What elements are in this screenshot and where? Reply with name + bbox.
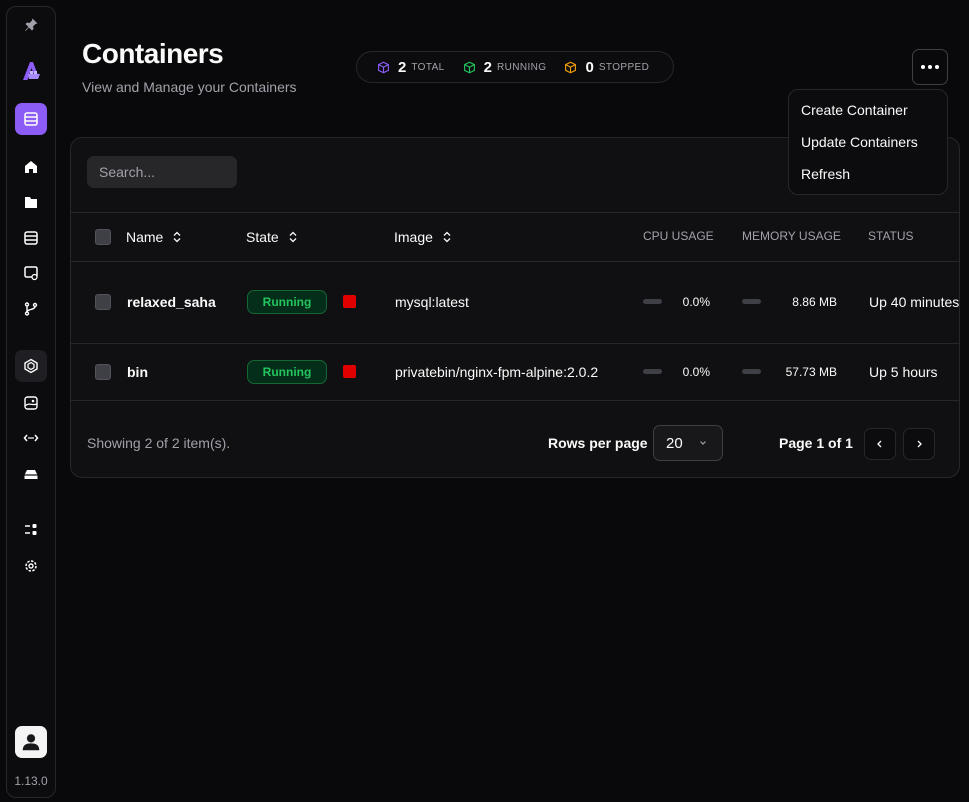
container-name[interactable]: bin xyxy=(127,364,148,380)
container-status: Up 40 minutes xyxy=(869,294,960,310)
cpu-usage-bar xyxy=(643,369,662,374)
column-header-state-label: State xyxy=(246,229,279,245)
stat-stopped-label: STOPPED xyxy=(598,61,650,73)
column-header-cpu: CPU USAGE xyxy=(643,229,714,243)
dot-icon xyxy=(928,65,932,69)
container-status: Up 5 hours xyxy=(869,364,938,380)
server-settings-icon[interactable] xyxy=(15,257,47,289)
column-header-image[interactable]: Image xyxy=(394,228,453,246)
page-indicator: Page 1 of 1 xyxy=(779,435,853,451)
sort-icon xyxy=(443,231,451,243)
actions-menu: Create Container Update Containers Refre… xyxy=(788,89,948,195)
state-badge: Running xyxy=(247,360,327,384)
row-checkbox[interactable] xyxy=(95,364,111,380)
page-subtitle: View and Manage your Containers xyxy=(82,79,297,95)
dot-icon xyxy=(935,65,939,69)
sort-icon xyxy=(289,231,297,243)
cpu-usage-value: 0.0% xyxy=(682,295,710,309)
sidebar: 1.13.0 xyxy=(6,6,56,798)
container-name[interactable]: relaxed_saha xyxy=(127,294,216,310)
rows-per-page-select[interactable]: 20 xyxy=(653,425,723,461)
cpu-usage-bar xyxy=(643,299,662,304)
stat-total-count: 2 xyxy=(398,58,407,76)
home-icon[interactable] xyxy=(15,151,47,183)
previous-page-button[interactable] xyxy=(864,428,896,460)
state-badge: Running xyxy=(247,290,327,314)
stat-stopped: 0 STOPPED xyxy=(564,59,649,76)
drive-icon[interactable] xyxy=(15,458,47,490)
cube-icon xyxy=(378,61,389,73)
stat-running: 2 RUNNING xyxy=(463,59,547,76)
page-title: Containers xyxy=(82,38,224,69)
stat-running-label: RUNNING xyxy=(497,61,547,73)
dot-icon xyxy=(921,65,925,69)
divider xyxy=(71,261,959,262)
image-icon[interactable] xyxy=(15,387,47,419)
folder-icon[interactable] xyxy=(15,186,47,218)
container-stats: 2 TOTAL 2 RUNNING 0 STOPPED xyxy=(356,51,674,83)
stop-button[interactable] xyxy=(343,295,356,308)
menu-item-update-containers[interactable]: Update Containers xyxy=(789,126,947,158)
search-input[interactable] xyxy=(87,156,237,188)
column-header-state[interactable]: State xyxy=(246,228,299,246)
divider xyxy=(71,400,959,401)
network-icon[interactable] xyxy=(15,422,47,454)
stat-total: 2 TOTAL xyxy=(377,59,445,76)
column-header-image-label: Image xyxy=(394,229,433,245)
git-branch-icon[interactable] xyxy=(15,293,47,325)
container-icon[interactable] xyxy=(15,350,47,382)
more-actions-button[interactable] xyxy=(912,49,948,85)
memory-usage-bar xyxy=(742,299,761,304)
next-page-button[interactable] xyxy=(903,428,935,460)
memory-usage-value: 8.86 MB xyxy=(792,295,837,309)
rows-per-page-label: Rows per page xyxy=(548,435,648,451)
column-header-name-label: Name xyxy=(126,229,164,245)
select-all-checkbox[interactable] xyxy=(95,229,111,245)
stat-total-label: TOTAL xyxy=(411,61,445,73)
menu-item-create-container[interactable]: Create Container xyxy=(789,94,947,126)
stat-stopped-count: 0 xyxy=(585,58,594,76)
server-icon[interactable] xyxy=(15,222,47,254)
menu-item-refresh[interactable]: Refresh xyxy=(789,158,947,190)
chevron-left-icon xyxy=(877,440,882,448)
cpu-usage-value: 0.0% xyxy=(682,365,710,379)
chevron-down-icon xyxy=(700,441,706,445)
memory-usage-value: 57.73 MB xyxy=(785,365,837,379)
stop-button[interactable] xyxy=(343,365,356,378)
avatar[interactable] xyxy=(15,726,47,758)
container-image: privatebin/nginx-fpm-alpine:2.0.2 xyxy=(395,364,599,380)
pin-icon[interactable] xyxy=(15,9,47,41)
sort-icon xyxy=(173,231,181,243)
divider xyxy=(71,343,959,344)
column-header-memory: MEMORY USAGE xyxy=(742,229,841,243)
logo-icon[interactable] xyxy=(15,55,47,87)
container-image: mysql:latest xyxy=(395,294,469,310)
chevron-right-icon xyxy=(917,440,922,448)
row-checkbox[interactable] xyxy=(95,294,111,310)
pagination-summary: Showing 2 of 2 item(s). xyxy=(87,435,231,451)
memory-usage-bar xyxy=(742,369,761,374)
cube-icon xyxy=(565,61,577,73)
column-header-name[interactable]: Name xyxy=(126,228,183,246)
app-version: 1.13.0 xyxy=(14,774,48,788)
divider xyxy=(71,212,959,213)
cube-icon xyxy=(463,61,475,73)
settings-icon[interactable] xyxy=(15,550,47,582)
database-icon[interactable] xyxy=(15,103,47,135)
stat-running-count: 2 xyxy=(483,58,492,76)
list-icon[interactable] xyxy=(15,514,47,546)
rows-per-page-value: 20 xyxy=(666,434,683,452)
column-header-status: STATUS xyxy=(868,229,914,243)
